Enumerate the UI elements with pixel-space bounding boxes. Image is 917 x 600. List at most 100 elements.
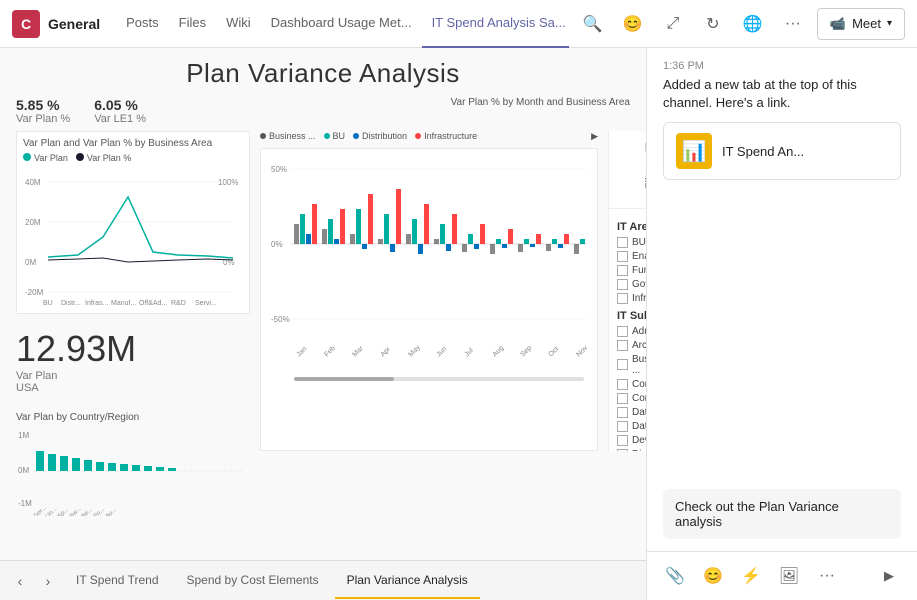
chevron-down-icon: ▾ (887, 18, 892, 29)
filter-cb-architect[interactable] (617, 340, 628, 351)
filter-cb-functi[interactable] (617, 265, 628, 276)
tab-next-button[interactable]: › (36, 569, 60, 593)
main-area: Plan Variance Analysis 5.85 % Var Plan %… (0, 48, 917, 600)
filter-data-ma[interactable]: Data Ma... (617, 421, 646, 432)
attachment-icon[interactable]: 📎 (659, 560, 691, 592)
filter-functi[interactable]: Functi... (617, 265, 646, 276)
chat-panel: 1:36 PM Added a new tab at the top of th… (647, 48, 917, 600)
globe-icon[interactable]: 🌐 (737, 8, 769, 40)
svg-text:Distr...: Distr... (61, 300, 81, 307)
filter-core[interactable]: Core (617, 379, 646, 390)
filter-administr[interactable]: Administr... (617, 326, 646, 337)
svg-text:50%: 50% (271, 165, 287, 174)
filters-label: Filters (644, 159, 646, 189)
filter-architect[interactable]: Architect... (617, 340, 646, 351)
right-charts: Business ... BU Distribution Infrastruct… (260, 131, 598, 451)
svg-text:20M: 20M (25, 218, 41, 227)
svg-text:-1M: -1M (18, 499, 32, 508)
tab-posts[interactable]: Posts (116, 0, 169, 48)
legend-var-plan: Var Plan (23, 153, 68, 163)
svg-text:-20M: -20M (25, 288, 44, 297)
chat-message-text: Added a new tab at the top of this chann… (663, 76, 901, 112)
svg-text:R&D: R&D (171, 300, 186, 307)
filter-govern[interactable]: Govern... (617, 279, 646, 290)
report-tab-cost-elements[interactable]: Spend by Cost Elements (175, 563, 331, 599)
filter-enable[interactable]: Enable... (617, 251, 646, 262)
legend-distribution: Distribution (353, 131, 407, 142)
filter-cb-data-ma[interactable] (617, 421, 628, 432)
filter-infrastr[interactable]: Infrastr... (617, 293, 646, 304)
lightning-icon[interactable]: ⚡ (735, 560, 767, 592)
filter-cb-core[interactable] (617, 379, 628, 390)
country-chart-svg: 1M 0M -1M (16, 426, 246, 516)
legend-bu: BU (324, 131, 346, 142)
tab-wiki[interactable]: Wiki (216, 0, 261, 48)
svg-text:Servi...: Servi... (195, 300, 217, 307)
svg-text:100%: 100% (218, 178, 238, 187)
filter-cb-core-infr[interactable] (617, 393, 628, 404)
chat-suggestion: Check out the Plan Variance analysis (663, 489, 901, 539)
filter-cb-bu-su[interactable] (617, 237, 628, 248)
report-tab-plan-variance[interactable]: Plan Variance Analysis (335, 563, 480, 599)
filter-business[interactable]: Business ... (617, 354, 646, 376)
svg-text:Feb: Feb (323, 345, 337, 359)
filters-toggle-button[interactable]: ⊟ Filters ❯ (609, 131, 646, 209)
metric-var-plan-pct: 5.85 % Var Plan % (16, 97, 70, 125)
svg-text:Oct: Oct (547, 346, 560, 359)
image-icon[interactable]: 🖼 (773, 560, 805, 592)
refresh-icon[interactable]: ↻ (697, 8, 729, 40)
filter-cb-govern[interactable] (617, 279, 628, 290)
filter-core-infr[interactable]: Core Infr... (617, 393, 646, 404)
filter-cb-develop[interactable] (617, 435, 628, 446)
filter-cb-administr[interactable] (617, 326, 628, 337)
more-options-icon[interactable]: ··· (811, 560, 843, 592)
top-bar-icons: 🔍 😊 ⤢ ↻ 🌐 ··· 📹 Meet ▾ (577, 8, 905, 40)
svg-text:May: May (407, 344, 422, 359)
chat-card[interactable]: 📊 IT Spend An... (663, 122, 901, 180)
svg-text:-50%: -50% (271, 315, 290, 324)
tab-prev-button[interactable]: ‹ (8, 569, 32, 593)
emoji-input-icon[interactable]: 😊 (697, 560, 729, 592)
svg-text:Nov: Nov (575, 344, 589, 358)
tab-dashboard[interactable]: Dashboard Usage Met... (261, 0, 422, 48)
filter-data-cen[interactable]: Data Cen... (617, 407, 646, 418)
emoji-icon[interactable]: 😊 (617, 8, 649, 40)
report-panel: Plan Variance Analysis 5.85 % Var Plan %… (0, 48, 647, 600)
filter-cb-infrastr[interactable] (617, 293, 628, 304)
filter-cb-data-cen[interactable] (617, 407, 628, 418)
svg-text:Po...: Po... (93, 506, 106, 516)
filter-distributi[interactable]: Distributi... (617, 449, 646, 451)
card-icon: 📊 (676, 133, 712, 169)
big-number: 12.93M (16, 328, 250, 370)
left-charts: Var Plan and Var Plan % by Business Area… (16, 131, 250, 451)
report-tab-spend-trend[interactable]: IT Spend Trend (64, 563, 171, 599)
search-icon[interactable]: 🔍 (577, 8, 609, 40)
meet-button[interactable]: 📹 Meet ▾ (817, 8, 905, 40)
send-button[interactable]: ▶ (873, 560, 905, 592)
line-chart-svg: 40M 20M 0M -20M 100% 0% (23, 167, 243, 307)
country-chart-title: Var Plan by Country/Region (16, 412, 250, 423)
tab-spend-analysis[interactable]: IT Spend Analysis Sa... (422, 0, 569, 48)
svg-text:Jun: Jun (435, 345, 448, 358)
svg-text:0%: 0% (271, 240, 283, 249)
svg-text:Manuf...: Manuf... (111, 300, 136, 307)
filter-bu-su[interactable]: BU Su... (617, 237, 646, 248)
app-icon: C (12, 10, 40, 38)
filter-cb-enable[interactable] (617, 251, 628, 262)
legend-nav[interactable]: ▶ (591, 131, 598, 142)
filter-cb-distributi[interactable] (617, 449, 628, 451)
filter-cb-business[interactable] (617, 359, 628, 370)
metrics-row: 5.85 % Var Plan % 6.05 % Var LE1 % Var P… (16, 97, 630, 125)
tab-files[interactable]: Files (169, 0, 216, 48)
funnel-icon: ⊟ (645, 139, 646, 155)
filter-develop[interactable]: Develop... (617, 435, 646, 446)
it-sub-area-title: IT Sub Area (617, 310, 646, 322)
right-legend: Business ... BU Distribution Infrastruct… (260, 131, 598, 142)
expand-icon[interactable]: ⤢ (657, 8, 689, 40)
more-icon[interactable]: ··· (777, 8, 809, 40)
charts-area: Var Plan and Var Plan % by Business Area… (16, 131, 630, 451)
card-title: IT Spend An... (722, 144, 804, 159)
line-chart-label: Var Plan and Var Plan % by Business Area (23, 138, 243, 149)
legend-var-plan-pct: Var Plan % (76, 153, 131, 163)
country-chart: Var Plan by Country/Region 1M 0M -1M (16, 412, 250, 516)
